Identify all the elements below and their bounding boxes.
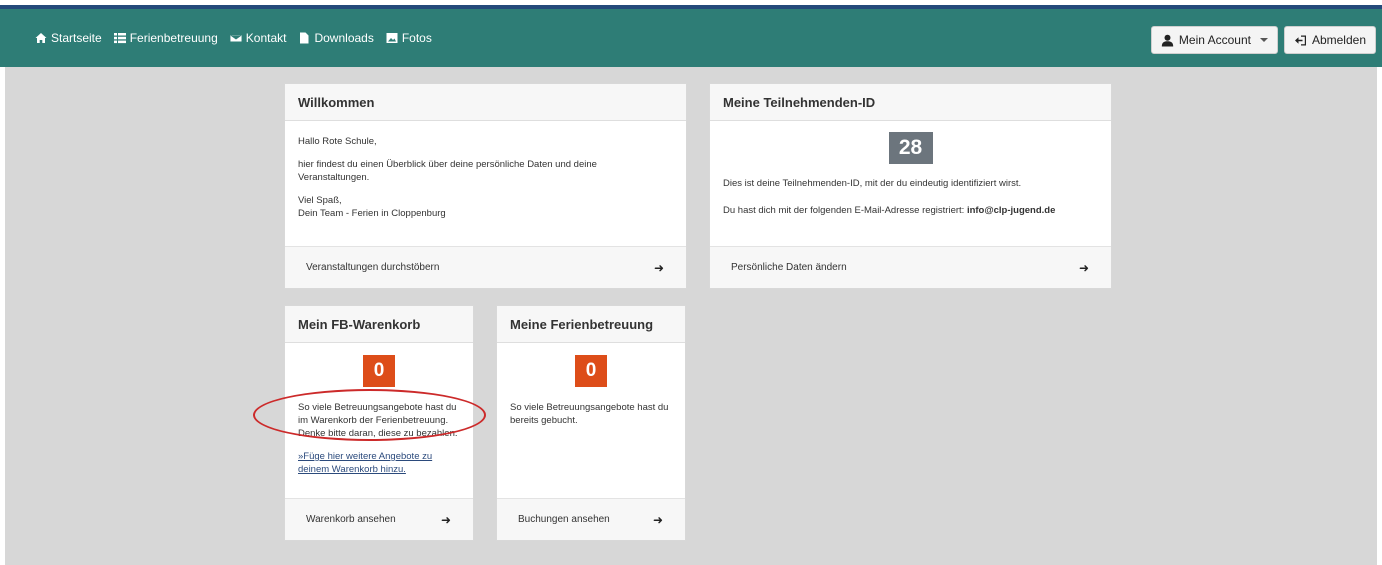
envelope-icon (229, 34, 242, 43)
participant-id-text: Dies ist deine Teilnehmenden-ID, mit der… (723, 178, 1022, 189)
file-icon (300, 32, 309, 44)
booking-text: So viele Betreuungsangebote hast du bere… (510, 402, 669, 426)
account-label: Mein Account (1178, 33, 1251, 47)
view-cart-link[interactable]: Warenkorb ansehen ➜ (285, 498, 473, 540)
nav-label: Fotos (401, 31, 432, 45)
welcome-card: Willkommen Hallo Rote Schule, hier finde… (284, 83, 687, 289)
arrow-right-icon: ➜ (440, 512, 451, 527)
navbar: Startseite Ferienbetreuung Kontakt Downl… (0, 5, 1382, 67)
account-nav: Mein Account Abmelden (1150, 26, 1376, 54)
nav-item-downloads[interactable]: Downloads (298, 31, 374, 45)
image-icon (386, 33, 398, 43)
participant-id-card-title: Meine Teilnehmenden-ID (710, 84, 1111, 121)
logout-label: Abmelden (1311, 33, 1366, 47)
edit-personal-data-link[interactable]: Persönliche Daten ändern ➜ (710, 246, 1111, 288)
participant-id-card: Meine Teilnehmenden-ID 28 Dies ist deine… (709, 83, 1112, 289)
main-nav: Startseite Ferienbetreuung Kontakt Downl… (35, 31, 432, 45)
booking-body: So viele Betreuungsangebote hast du bere… (497, 401, 685, 427)
dashboard-content: Willkommen Hallo Rote Schule, hier finde… (5, 67, 1377, 565)
welcome-greeting: Hallo Rote Schule, (298, 136, 377, 147)
arrow-right-icon: ➜ (1078, 260, 1089, 275)
chevron-down-icon (1259, 38, 1268, 42)
nav-item-ferienbetreuung[interactable]: Ferienbetreuung (113, 31, 218, 45)
view-bookings-link[interactable]: Buchungen ansehen ➜ (497, 498, 685, 540)
welcome-card-title: Willkommen (285, 84, 686, 121)
booking-count-badge: 0 (575, 355, 607, 387)
add-to-cart-link[interactable]: »Füge hier weitere Angebote zu deinem Wa… (298, 450, 460, 476)
registered-email: info@clp-jugend.de (966, 205, 1056, 216)
nav-item-fotos[interactable]: Fotos (386, 31, 432, 45)
nav-item-startseite[interactable]: Startseite (35, 31, 102, 45)
view-cart-label: Warenkorb ansehen (306, 514, 396, 525)
cart-card: Mein FB-Warenkorb 0 So viele Betreuungsa… (284, 305, 474, 541)
browse-events-link[interactable]: Veranstaltungen durchstöbern ➜ (285, 246, 686, 288)
welcome-card-body: Hallo Rote Schule, hier findest du einen… (285, 121, 686, 220)
cart-body: So viele Betreuungsangebote hast du im W… (285, 401, 473, 476)
edit-personal-data-label: Persönliche Daten ändern (731, 262, 847, 273)
cart-count-badge: 0 (363, 355, 395, 387)
account-dropdown-button[interactable]: Mein Account (1150, 26, 1278, 54)
cart-card-title: Mein FB-Warenkorb (285, 306, 473, 343)
participant-id-badge: 28 (888, 132, 933, 164)
welcome-intro: hier findest du einen Überblick über dei… (298, 159, 597, 183)
browse-events-label: Veranstaltungen durchstöbern (306, 262, 440, 273)
home-icon (35, 33, 47, 43)
logout-button[interactable]: Abmelden (1283, 26, 1376, 54)
logout-icon (1294, 35, 1306, 45)
email-prefix: Du hast dich mit der folgenden E-Mail-Ad… (723, 205, 967, 216)
list-icon (113, 33, 126, 44)
nav-label: Startseite (51, 31, 102, 45)
nav-label: Kontakt (245, 31, 287, 45)
welcome-signoff-1: Viel Spaß, (298, 195, 342, 206)
arrow-right-icon: ➜ (652, 512, 663, 527)
booking-card: Meine Ferienbetreuung 0 So viele Betreuu… (496, 305, 686, 541)
cart-text: So viele Betreuungsangebote hast du im W… (298, 402, 458, 439)
participant-id-body: Dies ist deine Teilnehmenden-ID, mit der… (710, 164, 1111, 217)
user-icon (1161, 34, 1174, 46)
view-bookings-label: Buchungen ansehen (518, 514, 610, 525)
nav-item-kontakt[interactable]: Kontakt (229, 31, 287, 45)
booking-card-title: Meine Ferienbetreuung (497, 306, 685, 343)
nav-label: Downloads (314, 31, 374, 45)
nav-label: Ferienbetreuung (129, 31, 218, 45)
welcome-signoff-2: Dein Team - Ferien in Cloppenburg (298, 208, 446, 219)
arrow-right-icon: ➜ (653, 260, 664, 275)
email-line: Du hast dich mit der folgenden E-Mail-Ad… (723, 204, 1098, 217)
